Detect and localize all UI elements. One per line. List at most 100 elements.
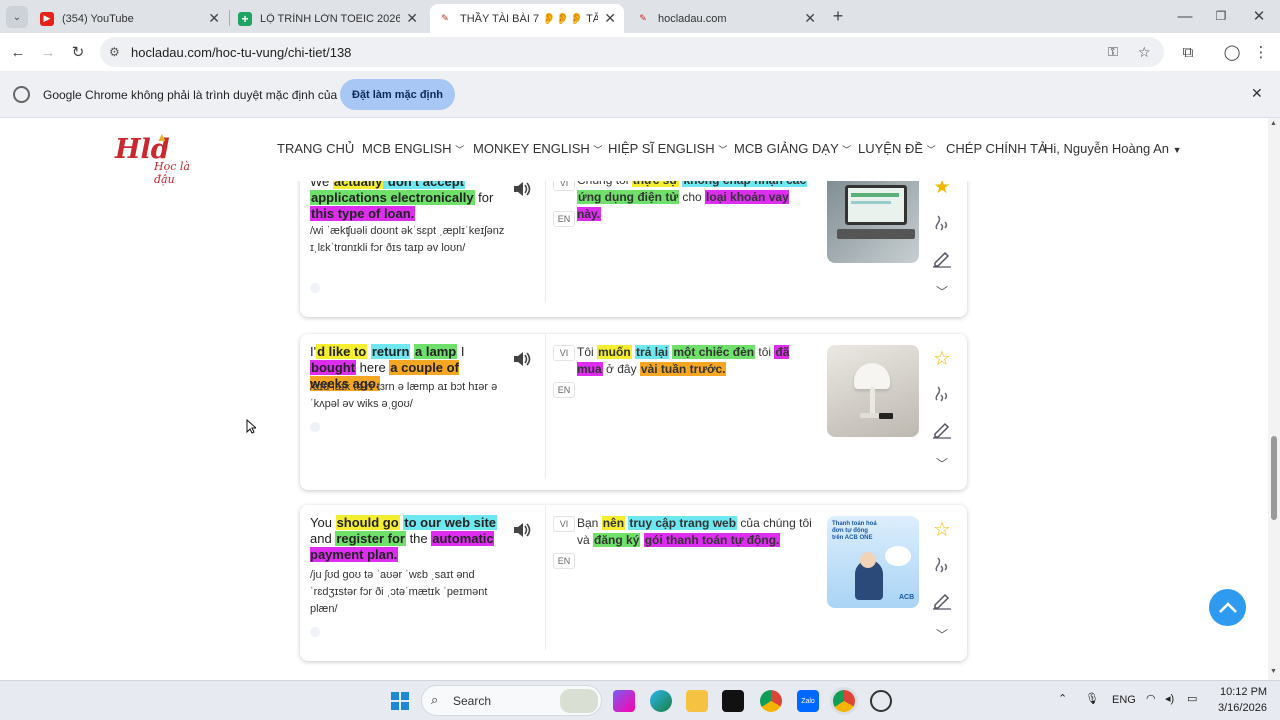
chevron-down-icon[interactable]: ﹀ bbox=[929, 280, 955, 302]
highlight-phrase: đăng ký bbox=[593, 533, 641, 547]
site-icon: ✎ bbox=[639, 13, 647, 23]
menu-button[interactable]: ⋮ bbox=[1250, 41, 1272, 63]
language-indicator[interactable]: ENG bbox=[1112, 694, 1136, 706]
close-window-button[interactable]: ✕ bbox=[1248, 5, 1270, 27]
close-icon[interactable]: ✕ bbox=[1251, 85, 1263, 102]
chrome-icon[interactable] bbox=[760, 690, 782, 712]
page-scrollbar[interactable]: ▲ ▼ bbox=[1268, 118, 1280, 680]
chevron-down-icon: ⌄ bbox=[12, 11, 22, 23]
nav-trang-chu[interactable]: TRANG CHỦ bbox=[277, 141, 354, 156]
nav-luyen-de[interactable]: LUYỆN ĐỀ ﹀ bbox=[858, 141, 936, 156]
site-header: Hld Học là đậu ▲ TRANG CHỦ MCB ENGLISH ﹀… bbox=[0, 118, 1268, 186]
vietnamese-translation: Tôi muốn trả lại một chiếc đèn tôi đã mu… bbox=[577, 344, 812, 378]
search-placeholder: Search bbox=[453, 694, 492, 708]
volume-icon[interactable]: ◂) bbox=[1165, 692, 1174, 705]
battery-icon[interactable]: ▭ bbox=[1187, 692, 1197, 705]
windows-start-icon[interactable] bbox=[389, 690, 411, 712]
app-icon[interactable] bbox=[870, 690, 892, 712]
highlight-phrase: should go bbox=[335, 515, 400, 530]
back-button[interactable]: ← bbox=[7, 41, 29, 63]
edge-icon[interactable] bbox=[650, 690, 672, 712]
divider bbox=[545, 505, 546, 650]
edit-pencil-icon[interactable] bbox=[929, 589, 955, 611]
restore-icon: ❐ bbox=[1215, 9, 1227, 23]
speaker-icon[interactable] bbox=[512, 350, 532, 368]
chevron-down-icon[interactable]: ﹀ bbox=[929, 623, 955, 645]
vietnamese-translation: Bạn nên truy cập trang web của chúng tôi… bbox=[577, 515, 812, 549]
reload-button[interactable]: ↻ bbox=[67, 41, 89, 63]
set-default-button[interactable]: Đặt làm mặc định bbox=[340, 79, 455, 110]
text-part: cho bbox=[679, 190, 706, 204]
address-bar[interactable]: ⚙ hocladau.com/hoc-tu-vung/chi-tiet/138 … bbox=[100, 37, 1164, 67]
speaker-icon[interactable] bbox=[512, 180, 532, 198]
minimize-button[interactable]: — bbox=[1174, 5, 1196, 27]
close-icon[interactable]: ✕ bbox=[804, 10, 816, 27]
password-key-icon[interactable]: ⚿ bbox=[1108, 44, 1118, 60]
site-info-icon[interactable]: ⚙ bbox=[109, 45, 120, 59]
tab-youtube[interactable]: ▶ (354) YouTube ✕ bbox=[32, 4, 228, 33]
microphone-icon[interactable]: 🎙 bbox=[1085, 692, 1099, 705]
clock-time[interactable]: 10:12 PM bbox=[1220, 686, 1267, 698]
english-sentence: We actually don't accept applications el… bbox=[310, 174, 500, 222]
taskbar-search[interactable]: ⌕ Search bbox=[421, 685, 602, 716]
tab-hocladau[interactable]: ✎ hocladau.com ✕ bbox=[628, 4, 824, 33]
nav-monkey-english[interactable]: MONKEY ENGLISH ﹀ bbox=[473, 141, 602, 156]
file-explorer-icon[interactable] bbox=[686, 690, 708, 712]
scroll-to-top-button[interactable] bbox=[1209, 589, 1246, 626]
lang-label-en[interactable]: EN bbox=[553, 382, 575, 398]
app-icon[interactable] bbox=[722, 690, 744, 712]
close-icon[interactable]: ✕ bbox=[406, 10, 418, 27]
nav-label: MCB GIẢNG DẠY bbox=[734, 141, 839, 156]
plus-icon: + bbox=[832, 5, 844, 26]
edit-pencil-icon[interactable] bbox=[929, 418, 955, 440]
scrollbar-thumb[interactable] bbox=[1271, 436, 1277, 520]
new-tab-button[interactable]: + bbox=[827, 5, 849, 27]
bookmark-star-icon[interactable]: ☆ bbox=[1138, 44, 1151, 61]
highlight-phrase: vài tuần trước. bbox=[639, 362, 727, 376]
nav-mcb-english[interactable]: MCB ENGLISH ﹀ bbox=[362, 141, 464, 156]
chevron-up-icon[interactable]: ⌃ bbox=[1058, 692, 1067, 705]
vocab-card: I'd like to return a lamp I bought here … bbox=[300, 334, 967, 490]
close-icon[interactable]: ✕ bbox=[604, 10, 616, 27]
listen-ear-icon[interactable] bbox=[929, 212, 955, 234]
scroll-down-arrow-icon[interactable]: ▼ bbox=[1270, 668, 1277, 675]
edit-pencil-icon[interactable] bbox=[929, 247, 955, 269]
tab-search-button[interactable]: ⌄ bbox=[6, 6, 28, 28]
scroll-up-arrow-icon[interactable]: ▲ bbox=[1270, 120, 1277, 127]
highlight-phrase: gói thanh toán tự động. bbox=[643, 533, 781, 547]
close-icon[interactable]: ✕ bbox=[208, 10, 220, 27]
extensions-button[interactable]: ⧉ bbox=[1177, 41, 1199, 63]
status-dot bbox=[310, 422, 320, 432]
star-outline-icon[interactable]: ☆ bbox=[929, 518, 955, 541]
profile-button[interactable]: ◯ bbox=[1221, 41, 1243, 63]
tab-toeic[interactable]: + LỘ TRÌNH LỚN TOEIC 2026 - Go ✕ bbox=[230, 4, 426, 33]
lang-label-en[interactable]: EN bbox=[553, 211, 575, 227]
maximize-button[interactable]: ❐ bbox=[1210, 5, 1232, 27]
search-icon: ⌕ bbox=[431, 692, 439, 707]
nav-mcb-giang-day[interactable]: MCB GIẢNG DẠY ﹀ bbox=[734, 141, 851, 156]
site-logo[interactable]: Hld Học là đậu ▲ bbox=[112, 128, 214, 186]
zalo-icon[interactable]: Zalo bbox=[797, 690, 819, 712]
clock-date[interactable]: 3/16/2026 bbox=[1218, 702, 1267, 714]
close-icon: ✕ bbox=[1252, 8, 1266, 25]
url-text[interactable]: hocladau.com/hoc-tu-vung/chi-tiet/138 bbox=[131, 45, 351, 60]
listen-ear-icon[interactable] bbox=[929, 383, 955, 405]
listen-ear-icon[interactable] bbox=[929, 554, 955, 576]
tab-thay-tai[interactable]: ✎ THẦY TÀI BÀI 7 👂👂👂 TĂNG ✕ bbox=[430, 4, 624, 33]
star-outline-icon[interactable]: ☆ bbox=[929, 347, 955, 370]
lang-label-en[interactable]: EN bbox=[553, 553, 575, 569]
user-menu[interactable]: Hi, Nguyễn Hoàng An ▼ bbox=[1044, 141, 1182, 156]
copilot-icon[interactable] bbox=[613, 690, 635, 712]
highlight-phrase: register for bbox=[335, 531, 406, 546]
chrome-active-icon[interactable] bbox=[833, 690, 855, 712]
highlight-phrase: return bbox=[370, 344, 411, 359]
nav-chep-chinh-ta[interactable]: CHÉP CHÍNH TẢ bbox=[946, 141, 1047, 156]
speaker-icon[interactable] bbox=[512, 521, 532, 539]
search-highlight-image bbox=[560, 689, 598, 713]
wifi-icon[interactable]: ◠ bbox=[1146, 692, 1156, 705]
nav-hiep-si-english[interactable]: HIỆP SĨ ENGLISH ﹀ bbox=[608, 141, 727, 156]
forward-button[interactable]: → bbox=[37, 41, 59, 63]
chevron-down-icon[interactable]: ﹀ bbox=[929, 452, 955, 474]
vocab-card: You should go to our web site and regist… bbox=[300, 505, 967, 661]
status-dot bbox=[310, 283, 320, 293]
